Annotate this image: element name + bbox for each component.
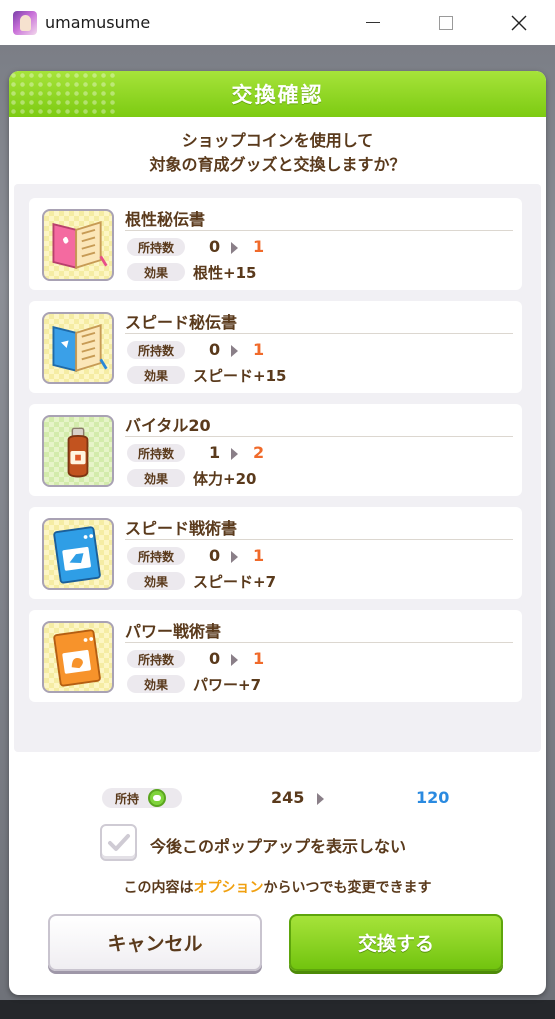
effect-value: 根性+15 (193, 264, 257, 282)
dont-show-again-checkbox[interactable] (100, 824, 137, 861)
pink-manual-icon (42, 209, 114, 281)
owned-count-label: 所持数 (127, 341, 185, 359)
window-titlebar: umamusume (0, 0, 555, 45)
arrow-right-icon (231, 345, 238, 357)
checkmark-icon (107, 833, 130, 851)
window-title: umamusume (45, 13, 151, 32)
owned-count-before: 0 (209, 546, 221, 565)
item-list[interactable]: 根性秘伝書 所持数 0 1 効果 根性+15 スピード秘伝書 所持数 0 1 効… (14, 184, 541, 752)
blue-manual-icon (42, 312, 114, 384)
options-link-text: オプション (193, 880, 264, 896)
dialog-message: ショップコインを使用して 対象の育成グッズと交換しますか？ (9, 129, 546, 177)
drink-bottle-icon (42, 415, 114, 487)
owned-count-after: 1 (253, 649, 265, 668)
effect-value: スピード+7 (193, 573, 277, 591)
orange-tactics-book-icon (42, 621, 114, 693)
owned-count-label: 所持数 (127, 444, 185, 462)
dialog-message-line-1: ショップコインを使用して (181, 131, 374, 150)
maximize-icon (438, 15, 453, 30)
maximize-button[interactable] (409, 0, 482, 45)
holdings-label: 所持 (115, 792, 140, 806)
window-controls (336, 0, 555, 45)
item-name: スピード戦術書 (125, 519, 238, 538)
divider (125, 642, 513, 643)
owned-count-after: 1 (253, 237, 265, 256)
effect-value: スピード+15 (193, 367, 287, 385)
divider (125, 436, 513, 437)
settings-note: この内容はオプションからいつでも変更できます (9, 877, 546, 897)
divider (125, 539, 513, 540)
dont-show-again-label[interactable]: 今後このポップアップを表示しない (150, 833, 406, 857)
item-card-speed-hidensho: スピード秘伝書 所持数 0 1 効果 スピード+15 (29, 301, 522, 393)
arrow-right-icon (317, 793, 324, 805)
exchange-button[interactable]: 交換する (289, 914, 503, 971)
arrow-right-icon (231, 551, 238, 563)
close-icon (511, 15, 526, 30)
divider (125, 333, 513, 334)
item-card-power-senjutsusho: パワー戦術書 所持数 0 1 効果 パワー+7 (29, 610, 522, 702)
effect-label: 効果 (127, 469, 185, 487)
minimize-button[interactable] (336, 0, 409, 45)
item-name: バイタル20 (125, 416, 211, 435)
owned-count-label: 所持数 (127, 650, 185, 668)
item-card-vital-20: バイタル20 所持数 1 2 効果 体力+20 (29, 404, 522, 496)
owned-count-before: 0 (209, 340, 221, 359)
arrow-right-icon (231, 654, 238, 666)
item-card-konjo-hidensho: 根性秘伝書 所持数 0 1 効果 根性+15 (29, 198, 522, 290)
arrow-right-icon (231, 448, 238, 460)
holdings-pill: 所持 (102, 788, 182, 808)
coins-after: 120 (416, 788, 450, 807)
item-name: パワー戦術書 (125, 622, 222, 641)
umamusume-app-icon (13, 10, 37, 35)
owned-count-after: 1 (253, 546, 265, 565)
owned-count-label: 所持数 (127, 547, 185, 565)
dialog-message-line-2: 対象の育成グッズと交換しますか？ (149, 155, 406, 174)
owned-count-label: 所持数 (127, 238, 185, 256)
blue-tactics-book-icon (42, 518, 114, 590)
item-name: スピード秘伝書 (125, 313, 238, 332)
effect-value: 体力+20 (193, 470, 257, 488)
close-button[interactable] (482, 0, 555, 45)
item-card-speed-senjutsusho: スピード戦術書 所持数 0 1 効果 スピード+7 (29, 507, 522, 599)
minimize-icon (365, 22, 380, 23)
owned-count-before: 0 (209, 649, 221, 668)
arrow-right-icon (231, 242, 238, 254)
effect-value: パワー+7 (193, 676, 262, 694)
coin-holdings-row: 所持 245 120 (9, 786, 546, 812)
dialog-header: 交換確認 (9, 71, 546, 117)
owned-count-before: 1 (209, 443, 221, 462)
effect-label: 効果 (127, 366, 185, 384)
owned-count-after: 1 (253, 340, 265, 359)
effect-label: 効果 (127, 263, 185, 281)
dialog-title: 交換確認 (231, 83, 324, 107)
shop-coin-icon (148, 789, 166, 807)
effect-label: 効果 (127, 675, 185, 693)
note-suffix: からいつでも変更できます (263, 880, 432, 896)
window-bottom-edge (0, 1000, 555, 1019)
coins-before: 245 (271, 788, 305, 807)
exchange-confirm-dialog: 交換確認 ショップコインを使用して 対象の育成グッズと交換しますか？ 根性秘伝書… (9, 71, 546, 995)
effect-label: 効果 (127, 572, 185, 590)
owned-count-after: 2 (253, 443, 265, 462)
cancel-button[interactable]: キャンセル (48, 914, 262, 971)
note-prefix: この内容は (123, 880, 194, 896)
divider (125, 230, 513, 231)
owned-count-before: 0 (209, 237, 221, 256)
item-name: 根性秘伝書 (125, 210, 206, 229)
